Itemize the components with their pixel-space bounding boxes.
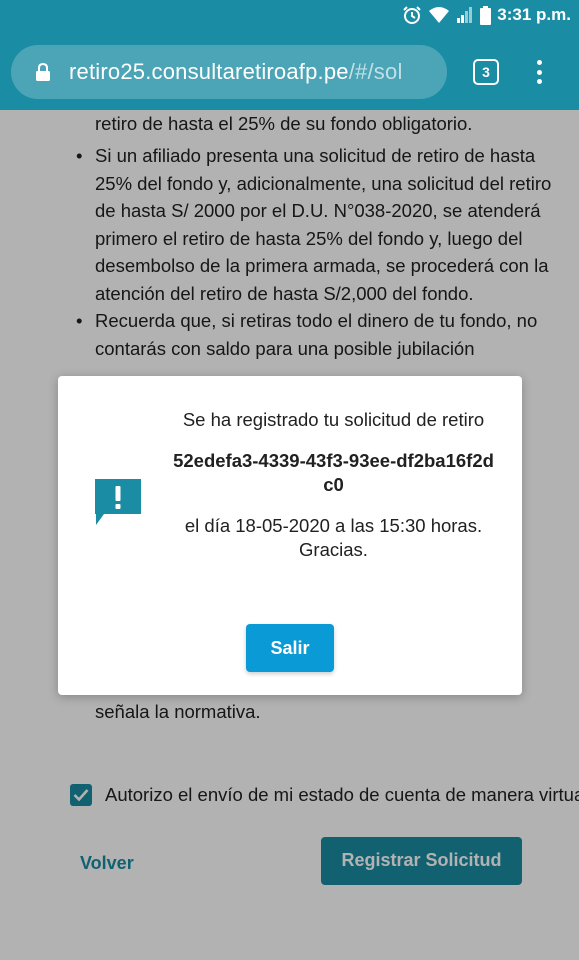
lock-icon xyxy=(36,63,50,81)
alert-message-icon xyxy=(95,479,141,525)
tab-switcher-button[interactable]: 3 xyxy=(473,59,499,85)
dialog-title: Se ha registrado tu solicitud de retiro xyxy=(182,409,485,430)
address-bar[interactable]: retiro25.consultaretiroafp.pe/#/sol xyxy=(11,45,447,99)
url-domain: retiro25.consultaretiroafp.pe xyxy=(69,59,349,84)
battery-icon xyxy=(480,5,492,25)
clock: 3:31 p.m. xyxy=(497,5,571,24)
request-code: 52edefa3-4339-43f3-93ee-df2ba16f2dc0 xyxy=(173,450,494,495)
status-icons: 3:31 p.m. xyxy=(402,5,571,25)
alarm-icon xyxy=(403,6,422,24)
status-bar: 3:31 p.m. xyxy=(0,0,579,34)
dialog-body: Se ha registrado tu solicitud de retiro … xyxy=(170,408,497,562)
browser-toolbar: retiro25.consultaretiroafp.pe/#/sol 3 xyxy=(0,34,579,110)
url-text: retiro25.consultaretiroafp.pe/#/sol xyxy=(69,59,403,85)
signal-icon xyxy=(457,7,473,23)
confirmation-dialog: Se ha registrado tu solicitud de retiro … xyxy=(58,376,522,695)
exit-button[interactable]: Salir xyxy=(246,624,334,672)
request-date: el día 18-05-2020 a las 15:30 horas. Gra… xyxy=(184,515,483,560)
overflow-menu-icon[interactable] xyxy=(532,58,546,86)
wifi-icon xyxy=(429,7,450,23)
url-path: /#/sol xyxy=(348,59,403,84)
